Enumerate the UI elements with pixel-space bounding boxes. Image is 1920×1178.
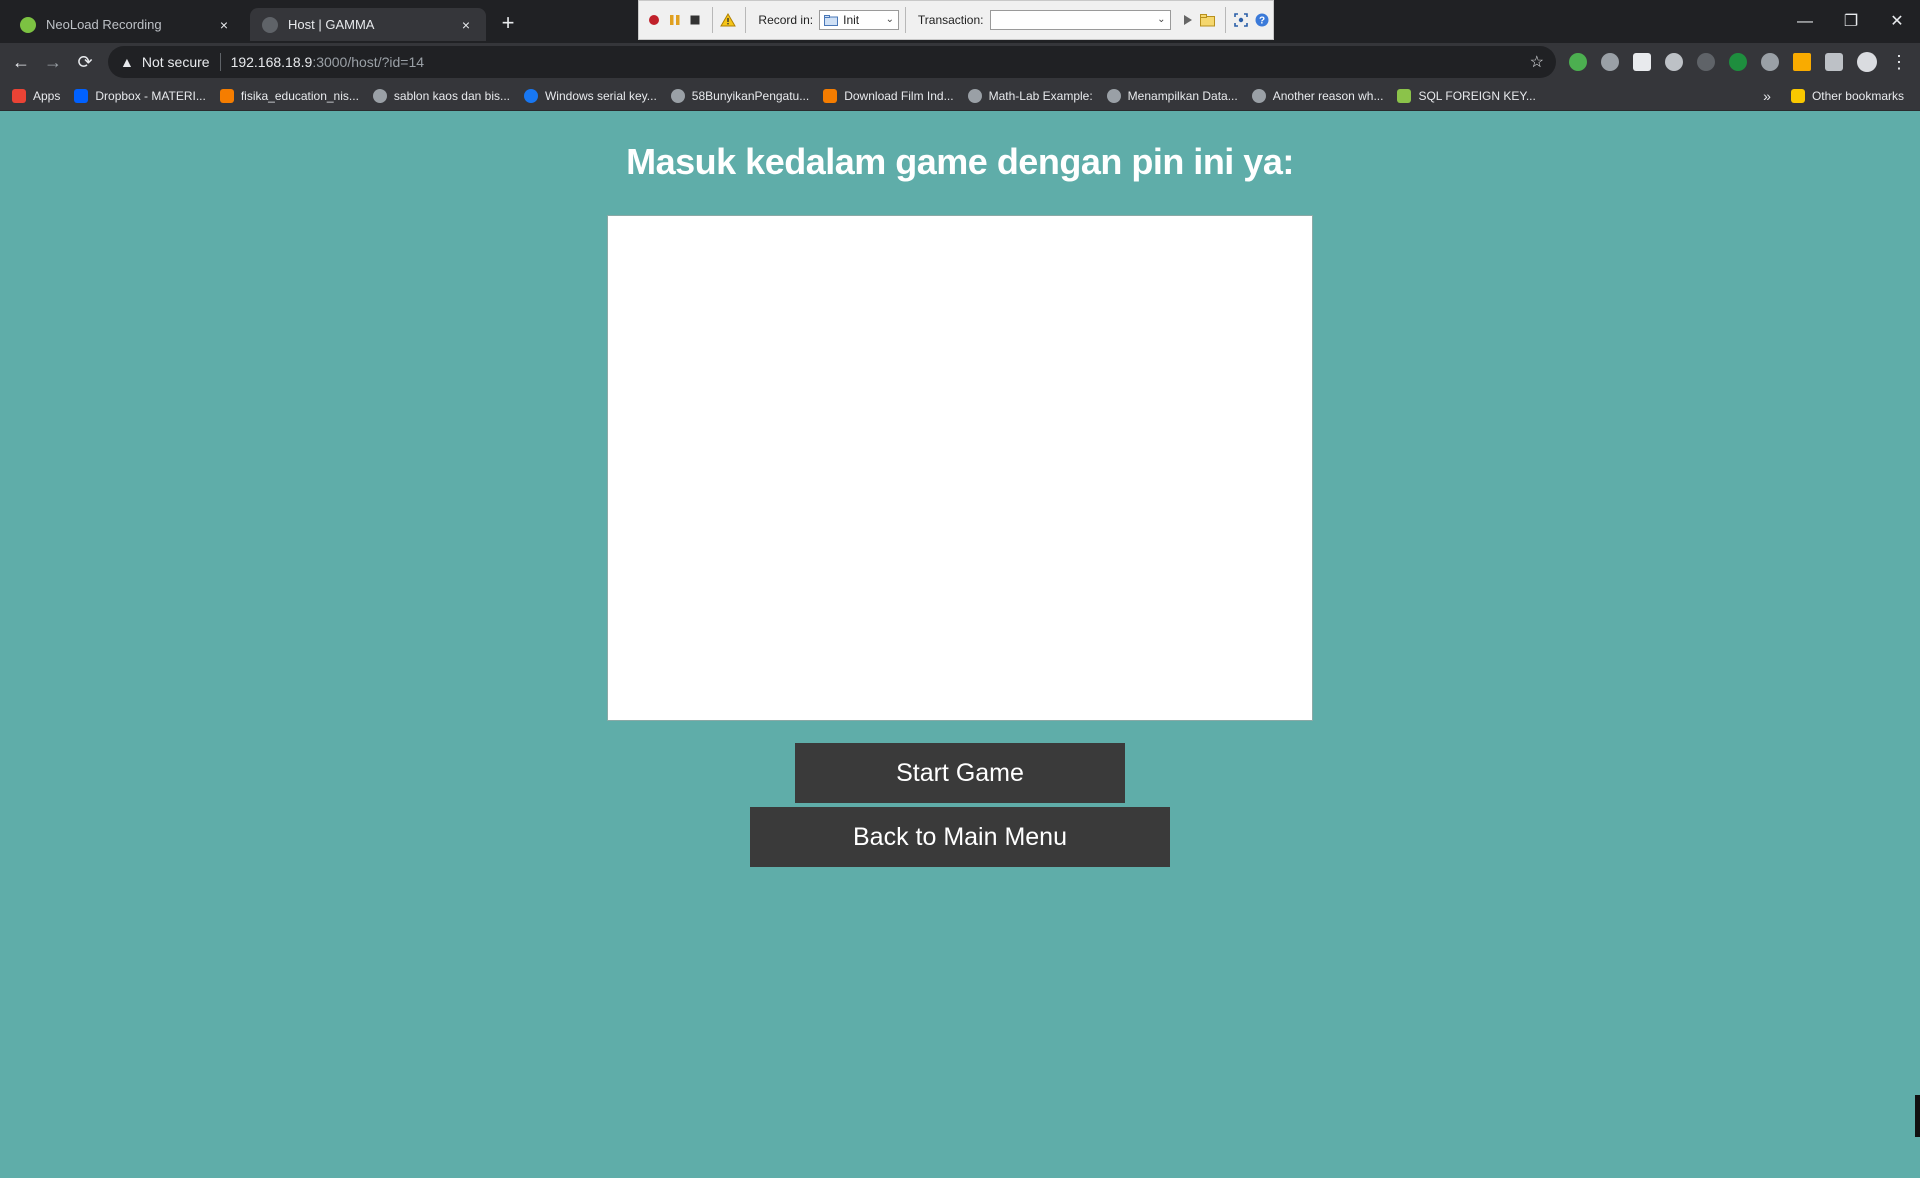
folder-icon <box>824 14 839 26</box>
chevron-down-icon: ⌄ <box>885 14 894 25</box>
menu-icon[interactable]: ⋮ <box>1887 50 1911 74</box>
pin-display-box <box>607 215 1313 721</box>
neoload-favicon-icon <box>20 16 36 33</box>
bookmarks-bar: Apps Dropbox - MATERI... fisika_educatio… <box>0 81 1920 111</box>
edge-marker <box>1915 1095 1920 1137</box>
record-in-value: Init <box>843 13 860 27</box>
bookmark-item[interactable]: sablon kaos dan bis... <box>372 88 510 103</box>
url-path: :3000/host/?id=14 <box>312 54 425 70</box>
dropbox-icon <box>74 88 89 103</box>
globe-icon <box>670 88 685 103</box>
hourglass-icon[interactable] <box>1793 53 1811 71</box>
apps-grid-icon <box>12 88 26 103</box>
pause-icon <box>669 15 680 25</box>
bookmark-item[interactable]: Another reason wh... <box>1251 88 1383 103</box>
svg-text:?: ? <box>1259 16 1265 27</box>
window-close-button[interactable]: ✕ <box>1874 8 1920 36</box>
help-icon: ? <box>1255 13 1269 27</box>
puzzle-icon[interactable] <box>1825 53 1843 71</box>
pause-button[interactable] <box>665 10 683 30</box>
back-button[interactable]: ← <box>9 50 33 74</box>
warning-icon <box>720 13 737 27</box>
w3schools-icon <box>1397 88 1412 103</box>
extension-icon[interactable] <box>1761 53 1779 71</box>
forward-button[interactable]: → <box>41 50 65 74</box>
globe-icon <box>1251 88 1266 103</box>
tab-title: NeoLoad Recording <box>46 17 162 32</box>
bookmark-item[interactable]: Apps <box>12 88 60 103</box>
bookmark-star-icon[interactable]: ☆ <box>1530 52 1544 72</box>
bookmark-item[interactable]: Windows serial key... <box>523 88 657 103</box>
neoload-toolbar: Record in: Init ⌄ Transaction: ⌄ ? <box>638 0 1274 40</box>
back-to-main-menu-button[interactable]: Back to Main Menu <box>750 807 1170 867</box>
record-in-select[interactable]: Init ⌄ <box>819 10 899 30</box>
bookmark-item[interactable]: fisika_education_nis... <box>219 88 359 103</box>
url-host: 192.168.18.9 <box>230 54 313 70</box>
globe-icon <box>372 88 387 103</box>
blogger-icon <box>219 88 234 103</box>
help-button[interactable]: ? <box>1253 10 1271 30</box>
tab-neoload-recording[interactable]: NeoLoad Recording × <box>8 8 244 41</box>
extension-icon[interactable] <box>1601 53 1619 71</box>
start-game-button[interactable]: Start Game <box>795 743 1125 803</box>
chevron-right-icon <box>1183 15 1192 25</box>
extension-icon[interactable] <box>1633 53 1651 71</box>
record-button[interactable] <box>645 10 663 30</box>
minimize-button[interactable]: — <box>1782 8 1828 36</box>
warning-icon: ▲ <box>120 54 134 70</box>
new-tab-button[interactable]: + <box>496 12 520 36</box>
open-folder-icon <box>1200 13 1216 26</box>
profile-avatar[interactable] <box>1857 52 1877 72</box>
open-folder-button[interactable] <box>1199 10 1217 30</box>
bookmark-item[interactable]: Download Film Ind... <box>823 88 954 103</box>
bookmark-item[interactable]: SQL FOREIGN KEY... <box>1397 88 1536 103</box>
folder-icon <box>1790 89 1805 103</box>
bookmark-item[interactable]: 58BunyikanPengatu... <box>670 88 809 103</box>
tab-title: Host | GAMMA <box>288 17 375 32</box>
close-tab-icon[interactable]: × <box>458 17 474 33</box>
extension-icon[interactable] <box>1569 53 1587 71</box>
stop-button[interactable] <box>686 10 704 30</box>
transaction-select[interactable]: ⌄ <box>989 10 1171 30</box>
restore-button[interactable]: ❐ <box>1828 8 1874 36</box>
capture-icon <box>1234 13 1249 27</box>
record-icon <box>649 15 660 25</box>
globe-icon <box>1106 88 1121 103</box>
bookmark-item[interactable]: Menampilkan Data... <box>1106 88 1238 103</box>
globe-icon <box>967 88 982 103</box>
forward-transaction-button[interactable] <box>1179 10 1197 30</box>
extension-icon[interactable] <box>1697 53 1715 71</box>
security-status[interactable]: Not secure <box>142 54 210 70</box>
bookmark-item[interactable]: Dropbox - MATERI... <box>74 88 206 103</box>
extension-icon[interactable] <box>1665 53 1683 71</box>
extension-icon[interactable] <box>1729 53 1747 71</box>
other-bookmarks[interactable]: Other bookmarks <box>1812 89 1904 103</box>
stop-icon <box>690 15 700 25</box>
reload-button[interactable]: ⟳ <box>73 50 97 74</box>
page-favicon-icon <box>262 16 278 33</box>
bookmarks-overflow-button[interactable]: » <box>1763 88 1771 104</box>
page-title: Masuk kedalam game dengan pin ini ya: <box>626 141 1294 182</box>
bookmark-item[interactable]: Math-Lab Example: <box>967 88 1093 103</box>
screenshot-button[interactable] <box>1232 10 1250 30</box>
chevron-down-icon: ⌄ <box>1157 14 1166 25</box>
close-tab-icon[interactable]: × <box>216 17 232 33</box>
browser-toolbar: ← → ⟳ ▲ Not secure 192.168.18.9:3000/hos… <box>0 43 1920 81</box>
page-content: Masuk kedalam game dengan pin ini ya: St… <box>0 111 1920 1178</box>
warning-button[interactable] <box>719 10 737 30</box>
blogger-icon <box>823 88 838 103</box>
address-bar[interactable]: ▲ Not secure 192.168.18.9:3000/host/?id=… <box>108 46 1556 78</box>
tab-host-gamma[interactable]: Host | GAMMA × <box>250 8 486 41</box>
record-in-label: Record in: <box>758 13 814 27</box>
facebook-icon <box>523 88 538 103</box>
transaction-label: Transaction: <box>917 13 984 27</box>
